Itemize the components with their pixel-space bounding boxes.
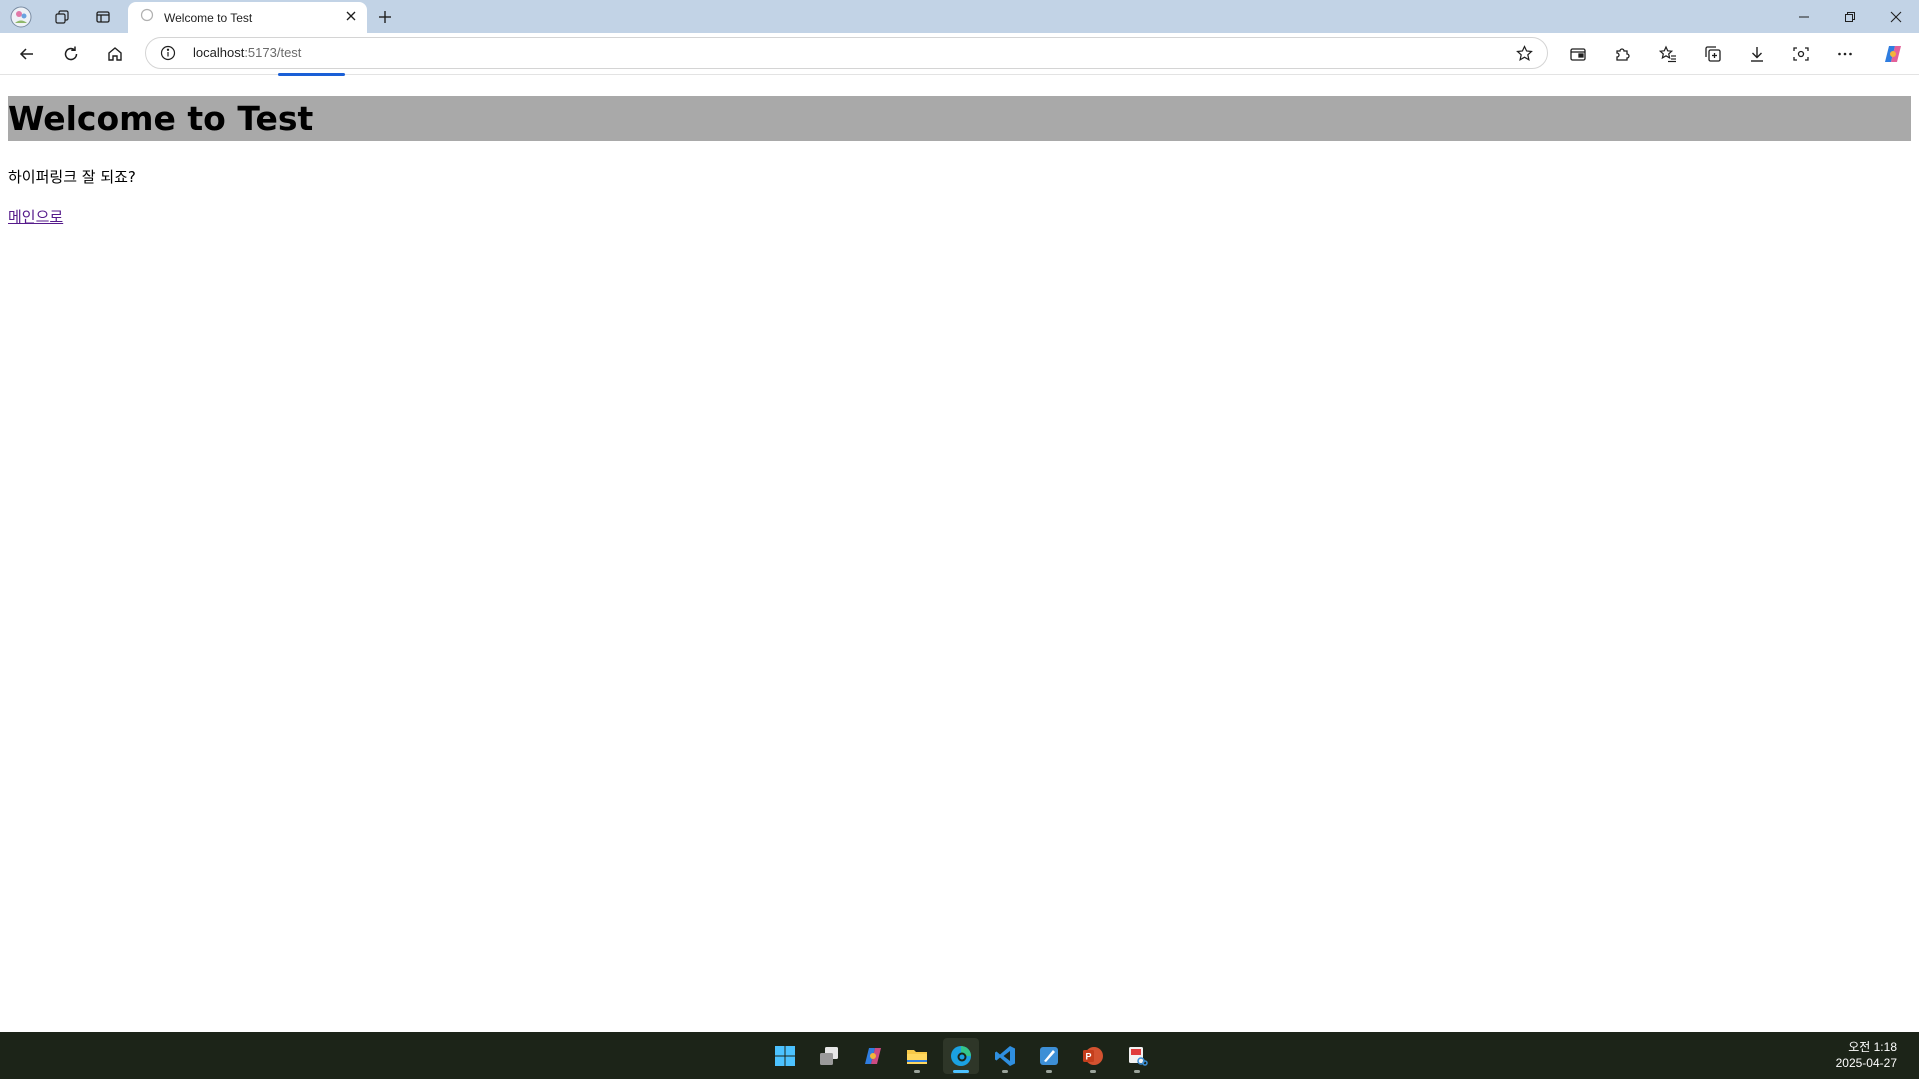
copilot-taskbar-icon[interactable] <box>855 1038 891 1074</box>
collections-icon[interactable] <box>1697 39 1729 69</box>
taskbar: P 오전 1:18 2025-04-27 <box>0 1032 1919 1079</box>
powerpoint-icon[interactable]: P <box>1075 1038 1111 1074</box>
copilot-icon[interactable] <box>1877 39 1909 69</box>
restore-icon[interactable] <box>1827 0 1873 33</box>
running-indicator <box>1134 1070 1140 1073</box>
screenshot-icon[interactable] <box>1785 39 1817 69</box>
edge-icon[interactable] <box>943 1038 979 1074</box>
minimize-icon[interactable] <box>1781 0 1827 33</box>
star-icon[interactable] <box>1516 45 1533 67</box>
file-explorer-icon[interactable] <box>899 1038 935 1074</box>
browser-toolbar: localhost:5173/test <box>0 33 1919 75</box>
svg-text:P: P <box>1086 1052 1092 1062</box>
running-indicator <box>914 1070 920 1073</box>
vscode-icon[interactable] <box>987 1038 1023 1074</box>
page-favicon-icon <box>140 8 154 27</box>
running-indicator <box>1046 1070 1052 1073</box>
system-clock[interactable]: 오전 1:18 2025-04-27 <box>1836 1039 1897 1071</box>
page-heading: Welcome to Test <box>8 96 1911 141</box>
running-indicator <box>1090 1070 1096 1073</box>
address-path: :5173/test <box>244 45 302 60</box>
home-icon[interactable] <box>99 39 131 69</box>
clock-time: 오전 1:18 <box>1848 1040 1897 1054</box>
profile-avatar-icon[interactable] <box>8 4 34 30</box>
clock-date: 2025-04-27 <box>1835 1056 1897 1070</box>
address-url: localhost:5173/test <box>193 38 301 68</box>
tab-welcome-to-test[interactable]: Welcome to Test <box>128 2 367 33</box>
main-page-link[interactable]: 메인으로 <box>8 206 63 227</box>
address-bar[interactable]: localhost:5173/test <box>145 37 1548 69</box>
tab-title: Welcome to Test <box>164 10 253 25</box>
plus-icon[interactable] <box>372 4 398 30</box>
vertical-tabs-icon[interactable] <box>90 4 116 30</box>
favorites-icon[interactable] <box>1652 39 1684 69</box>
paint-icon[interactable] <box>1031 1038 1067 1074</box>
download-icon[interactable] <box>1741 39 1773 69</box>
task-view-icon[interactable] <box>811 1038 847 1074</box>
running-indicator <box>1002 1070 1008 1073</box>
workspaces-icon[interactable] <box>49 4 75 30</box>
start-icon[interactable] <box>767 1038 803 1074</box>
page-paragraph: 하이퍼링크 잘 되죠? <box>8 168 136 186</box>
refresh-icon[interactable] <box>55 39 87 69</box>
tab-strip: Welcome to Test <box>0 0 1919 33</box>
back-arrow-icon[interactable] <box>11 39 43 69</box>
address-host: localhost <box>193 45 245 60</box>
page-content: Welcome to Test 하이퍼링크 잘 되죠? 메인으로 <box>0 76 1919 1032</box>
close-tab-icon[interactable] <box>345 9 357 27</box>
snipping-tool-icon[interactable] <box>1119 1038 1155 1074</box>
close-window-icon[interactable] <box>1873 0 1919 33</box>
extensions-icon[interactable] <box>1606 39 1638 69</box>
wallet-icon[interactable] <box>1562 39 1594 69</box>
active-indicator <box>953 1070 969 1073</box>
info-icon[interactable] <box>160 45 176 66</box>
more-icon[interactable] <box>1829 39 1861 69</box>
